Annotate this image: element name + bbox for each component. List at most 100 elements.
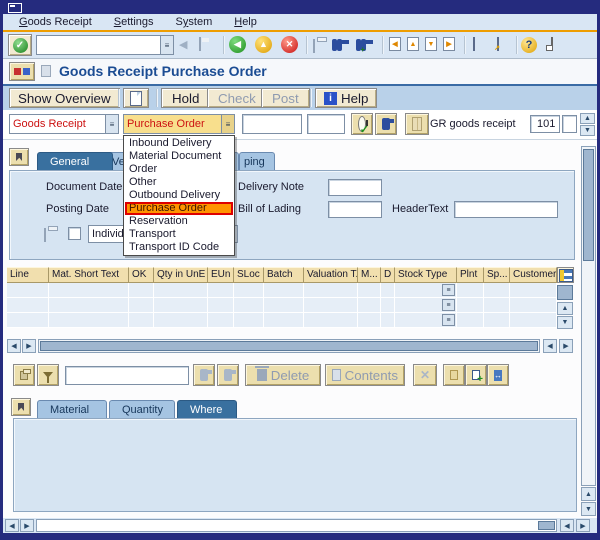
help-icon[interactable]: ? bbox=[521, 37, 537, 53]
item-search-field[interactable] bbox=[65, 366, 189, 385]
menu-item-settings[interactable]: Settings bbox=[114, 16, 154, 28]
exit-icon[interactable]: ▲ bbox=[255, 36, 272, 53]
title-doc-icon[interactable] bbox=[41, 65, 51, 77]
table-cell[interactable] bbox=[208, 298, 234, 313]
table-cell[interactable] bbox=[264, 298, 304, 313]
enter-button[interactable]: ✓ bbox=[8, 34, 32, 56]
dropdown-item-reservation[interactable]: Reservation bbox=[125, 215, 233, 228]
table-hscroll-track[interactable] bbox=[38, 339, 540, 353]
dropdown-item-transport-id-code[interactable]: Transport ID Code bbox=[125, 241, 233, 254]
table-cell[interactable]: ≡ bbox=[395, 298, 457, 313]
table-hscroll-left-button[interactable]: ◀ bbox=[7, 339, 21, 353]
contents-button[interactable]: Contents bbox=[325, 364, 405, 386]
dropdown-item-outbound-delivery[interactable]: Outbound Delivery bbox=[125, 189, 233, 202]
find-po-button[interactable] bbox=[375, 113, 397, 135]
hold-button[interactable]: Hold bbox=[161, 88, 210, 108]
table-cell[interactable] bbox=[510, 298, 557, 313]
table-cell[interactable] bbox=[358, 313, 381, 328]
table-cell[interactable]: ≡ bbox=[395, 283, 457, 298]
movement-type-field[interactable]: 101 bbox=[530, 115, 560, 133]
last-page-icon[interactable]: ▶ bbox=[443, 37, 455, 51]
column-header-eun[interactable]: EUn bbox=[208, 267, 234, 283]
dropdown-item-other[interactable]: Other bbox=[125, 176, 233, 189]
main-vscroll-down-button[interactable]: ▼ bbox=[581, 502, 596, 516]
command-field[interactable]: ≡ bbox=[36, 35, 174, 55]
table-cell[interactable] bbox=[457, 313, 484, 328]
table-cell[interactable] bbox=[49, 313, 129, 328]
bottom-hscroll-left2-button[interactable]: ◀ bbox=[560, 519, 574, 532]
print-slip-icon[interactable] bbox=[44, 228, 46, 242]
column-header-mat-short-text[interactable]: Mat. Short Text bbox=[49, 267, 129, 283]
spinner-down-button[interactable]: ▼ bbox=[580, 125, 595, 136]
stock-type-combo-icon[interactable]: ≡ bbox=[442, 314, 455, 326]
table-cell[interactable] bbox=[304, 298, 358, 313]
table-cell[interactable] bbox=[234, 313, 264, 328]
menu-item-system[interactable]: System bbox=[176, 16, 213, 28]
reference-combo[interactable]: Purchase Order ≡ bbox=[123, 114, 235, 134]
table-cell[interactable] bbox=[129, 283, 154, 298]
table-cell[interactable] bbox=[510, 313, 557, 328]
show-overview-button[interactable]: Show Overview bbox=[9, 88, 120, 108]
next-page-icon[interactable]: ▼ bbox=[425, 37, 437, 51]
back-icon[interactable]: ◀ bbox=[229, 36, 246, 53]
print-via-output-checkbox[interactable] bbox=[68, 227, 81, 240]
delete-button[interactable]: Delete bbox=[245, 364, 321, 386]
bottom-hscroll-left-button[interactable]: ◀ bbox=[5, 519, 19, 532]
column-header-customer[interactable]: Customer bbox=[510, 267, 557, 283]
column-header-batch[interactable]: Batch bbox=[264, 267, 304, 283]
table-cell[interactable] bbox=[484, 313, 510, 328]
table-hscroll-left2-button[interactable]: ◀ bbox=[543, 339, 557, 353]
item-find-button[interactable] bbox=[193, 364, 215, 386]
new-document-button[interactable] bbox=[123, 88, 149, 108]
table-hscroll-right2-button[interactable]: ▶ bbox=[559, 339, 573, 353]
table-cell[interactable] bbox=[381, 283, 395, 298]
main-vscroll-thumb[interactable] bbox=[583, 149, 594, 261]
print-icon[interactable] bbox=[313, 39, 315, 53]
table-cell[interactable] bbox=[358, 283, 381, 298]
bottom-hscroll-thumb[interactable] bbox=[538, 521, 555, 530]
check-button[interactable]: Check bbox=[207, 88, 267, 108]
column-header-m[interactable]: M... bbox=[358, 267, 381, 283]
dropdown-item-purchase-order[interactable]: Purchase Order bbox=[125, 202, 233, 215]
bottom-hscroll-track[interactable] bbox=[36, 519, 557, 532]
bottom-hscroll-right-button[interactable]: ▶ bbox=[20, 519, 34, 532]
menu-item-goods-receipt[interactable]: Goods Receipt bbox=[19, 16, 92, 28]
table-scroll-down-button[interactable]: ▼ bbox=[557, 316, 573, 329]
tab-quantity[interactable]: Quantity bbox=[109, 400, 175, 418]
window-menu-icon[interactable] bbox=[8, 3, 22, 13]
table-cell[interactable] bbox=[484, 298, 510, 313]
table-cell[interactable]: ≡ bbox=[395, 313, 457, 328]
reference-combo-icon[interactable]: ≡ bbox=[221, 115, 234, 133]
table-cell[interactable] bbox=[208, 283, 234, 298]
column-header-sp[interactable]: Sp... bbox=[484, 267, 510, 283]
tab-general[interactable]: General bbox=[37, 152, 113, 170]
stock-type-combo-icon[interactable]: ≡ bbox=[442, 284, 455, 296]
spinner-up-button[interactable]: ▲ bbox=[580, 113, 595, 124]
table-hscroll-thumb[interactable] bbox=[40, 341, 538, 351]
command-history-icon[interactable]: ≡ bbox=[160, 36, 173, 54]
column-header-line[interactable]: Line bbox=[7, 267, 49, 283]
insert-line-button[interactable] bbox=[465, 364, 487, 386]
new-session-icon[interactable] bbox=[473, 37, 475, 51]
table-cell[interactable] bbox=[129, 313, 154, 328]
table-cell[interactable] bbox=[484, 283, 510, 298]
table-cell[interactable] bbox=[7, 313, 49, 328]
table-cell[interactable] bbox=[358, 298, 381, 313]
main-vscroll-up-button[interactable]: ▲ bbox=[581, 487, 596, 501]
po-number-field[interactable] bbox=[242, 114, 302, 134]
table-cell[interactable] bbox=[457, 298, 484, 313]
close-item-button[interactable]: ✕ bbox=[413, 364, 437, 386]
header-text-field[interactable] bbox=[454, 201, 558, 218]
tab-material[interactable]: Material bbox=[37, 400, 107, 418]
table-cell[interactable] bbox=[234, 283, 264, 298]
print-preview-button[interactable] bbox=[13, 364, 35, 386]
detail-grid-button[interactable] bbox=[405, 113, 429, 135]
column-header-ok[interactable]: OK bbox=[129, 267, 154, 283]
action-combo-icon[interactable]: ≡ bbox=[105, 115, 118, 133]
tab-where[interactable]: Where bbox=[177, 400, 237, 418]
table-cell[interactable] bbox=[154, 298, 208, 313]
dropdown-item-order[interactable]: Order bbox=[125, 163, 233, 176]
bill-of-lading-field[interactable] bbox=[328, 201, 382, 218]
dropdown-item-inbound-delivery[interactable]: Inbound Delivery bbox=[125, 137, 233, 150]
table-cell[interactable] bbox=[264, 283, 304, 298]
